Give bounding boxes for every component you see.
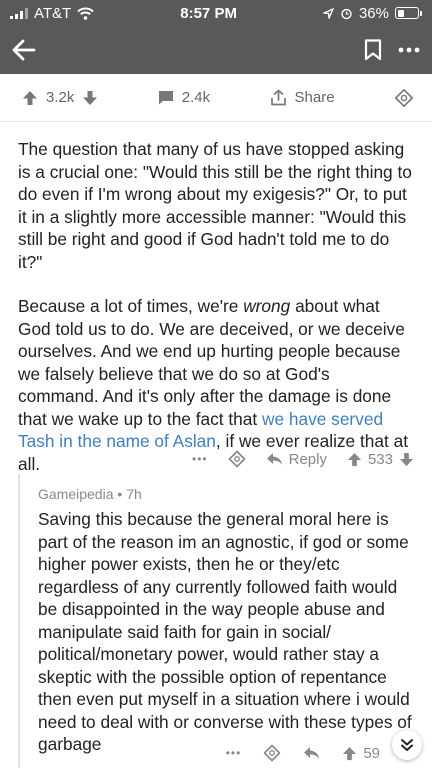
award-icon[interactable] bbox=[394, 88, 414, 108]
comment-vote: 533 bbox=[347, 451, 414, 468]
comment-reply-button[interactable]: Reply bbox=[266, 451, 327, 468]
status-right: 36% bbox=[322, 4, 422, 22]
reply-time: 7h bbox=[126, 486, 142, 502]
reply-score: 59 bbox=[363, 744, 380, 762]
location-icon bbox=[322, 7, 334, 19]
status-left: AT&T bbox=[10, 5, 94, 22]
meta-separator: • bbox=[117, 486, 127, 502]
comment-paragraph: The question that many of us have stoppe… bbox=[18, 139, 412, 272]
comment-downvote-icon[interactable] bbox=[399, 452, 414, 467]
status-bar: AT&T 8:57 PM 36% bbox=[0, 0, 432, 26]
post-vote-count: 3.2k bbox=[46, 89, 75, 106]
share-label: Share bbox=[294, 89, 335, 106]
nav-bar bbox=[0, 26, 432, 74]
reply-body: Saving this because the general moral he… bbox=[38, 509, 412, 754]
post-actions-bar: 3.2k 2.4k Share bbox=[0, 74, 432, 122]
post-comment-count: 2.4k bbox=[181, 89, 211, 106]
comment-award-icon[interactable] bbox=[228, 450, 246, 468]
reply-vote: 59 bbox=[342, 745, 380, 762]
comment-body: The question that many of us have stoppe… bbox=[0, 122, 432, 475]
reply-arrow-icon bbox=[266, 453, 282, 465]
battery-icon bbox=[395, 7, 422, 19]
upvote-arrow-icon[interactable] bbox=[22, 90, 38, 106]
comment-bubble-icon bbox=[158, 91, 173, 105]
post-comments[interactable]: 2.4k bbox=[158, 89, 210, 106]
comment-emphasis: wrong bbox=[243, 296, 291, 316]
share-button[interactable]: Share bbox=[270, 89, 335, 106]
carrier-label: AT&T bbox=[34, 4, 72, 22]
reply-more-button[interactable]: ••• bbox=[226, 746, 242, 760]
battery-fill bbox=[397, 9, 405, 17]
reply-author[interactable]: Gameipedia bbox=[38, 486, 114, 502]
clock: 8:57 PM bbox=[180, 4, 237, 22]
reply-comment: Gameipedia • 7h Saving this because the … bbox=[18, 474, 432, 768]
back-arrow-icon[interactable] bbox=[12, 39, 36, 61]
reply-arrow-icon[interactable] bbox=[303, 746, 320, 760]
post-vote: 3.2k bbox=[22, 89, 98, 106]
comment-more-button[interactable]: ••• bbox=[192, 452, 208, 466]
downvote-arrow-icon[interactable] bbox=[82, 90, 98, 106]
reply-award-icon[interactable] bbox=[263, 744, 281, 762]
comment-upvote-icon[interactable] bbox=[347, 452, 362, 467]
comment-text: Because a lot of times, we're bbox=[18, 296, 244, 316]
more-options-icon[interactable] bbox=[398, 47, 420, 53]
reply-meta: Gameipedia • 7h bbox=[38, 486, 416, 502]
reply-actions: ••• 59 bbox=[226, 738, 414, 768]
bookmark-icon[interactable] bbox=[364, 39, 382, 61]
reply-label: Reply bbox=[288, 450, 327, 468]
share-icon bbox=[270, 89, 286, 106]
comment-score: 533 bbox=[367, 450, 393, 468]
wifi-icon bbox=[77, 7, 94, 20]
signal-icon bbox=[10, 7, 28, 19]
battery-percent: 36% bbox=[358, 4, 389, 22]
nav-actions bbox=[364, 39, 420, 61]
alarm-icon bbox=[341, 8, 352, 19]
double-chevron-down-icon bbox=[401, 739, 413, 751]
jump-down-button[interactable] bbox=[392, 730, 422, 760]
reply-upvote-icon[interactable] bbox=[342, 746, 357, 761]
